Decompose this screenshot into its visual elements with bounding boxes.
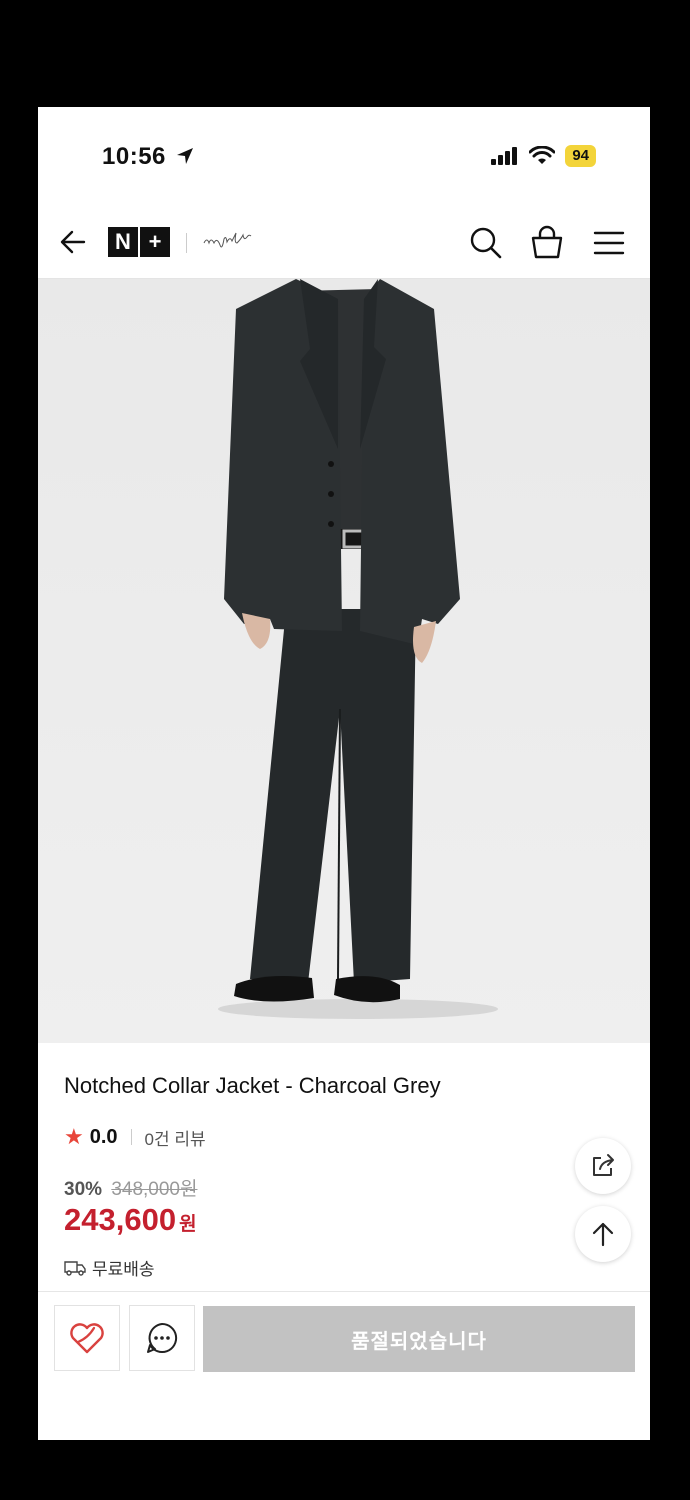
price-currency: 원 — [179, 1214, 197, 1235]
model-in-suit-illustration — [38, 279, 650, 1043]
brand-signature-logo[interactable]: nyouth — [202, 231, 262, 251]
rating-score: 0.0 — [89, 1125, 118, 1148]
shopping-bag-icon[interactable] — [529, 225, 565, 261]
rating-divider — [130, 1129, 132, 1145]
status-indicators: 94 — [491, 145, 596, 167]
logo-plus: + — [140, 227, 170, 257]
rating-row[interactable]: ★ 0.0 0건 리뷰 — [64, 1124, 206, 1150]
sale-price: 243,600 원 — [64, 1202, 197, 1238]
review-count[interactable]: 0건 리뷰 — [145, 1125, 206, 1150]
hamburger-menu-icon[interactable] — [593, 230, 625, 256]
discount-row: 30% 348,000원 — [64, 1174, 197, 1201]
bottom-bar-divider — [38, 1291, 650, 1292]
truck-icon — [64, 1260, 86, 1276]
wishlist-button[interactable] — [54, 1305, 120, 1371]
store-logo[interactable]: N + — [108, 223, 170, 261]
chat-icon — [147, 1322, 178, 1353]
logo-letter: N — [108, 227, 138, 257]
wifi-icon — [529, 146, 556, 164]
shipping-text: 무료배송 — [92, 1260, 155, 1279]
search-icon[interactable] — [469, 226, 503, 260]
share-button[interactable] — [575, 1138, 631, 1194]
status-time: 10:56 — [102, 143, 195, 171]
arrow-up-icon — [592, 1222, 614, 1247]
back-arrow-icon[interactable] — [58, 227, 88, 257]
status-time-text: 10:56 — [102, 143, 166, 170]
battery-badge: 94 — [565, 145, 596, 167]
top-navigation: N + nyouth — [38, 213, 650, 279]
heart-icon — [70, 1323, 104, 1354]
original-price: 348,000원 — [111, 1179, 198, 1200]
sold-out-button[interactable]: 품절되었습니다 — [203, 1306, 635, 1372]
shipping-info: 무료배송 — [64, 1255, 155, 1280]
share-icon — [593, 1154, 614, 1176]
scroll-top-button[interactable] — [575, 1206, 631, 1262]
product-title: Notched Collar Jacket - Charcoal Grey — [64, 1073, 441, 1098]
chat-inquiry-button[interactable] — [129, 1305, 195, 1371]
product-image[interactable] — [38, 279, 650, 1043]
star-icon: ★ — [64, 1124, 84, 1149]
logo-divider — [186, 233, 187, 253]
phone-screen: 10:56 94 N + nyouth — [38, 107, 650, 1440]
location-arrow-icon — [177, 148, 194, 164]
price-value: 243,600 — [64, 1202, 177, 1237]
signal-icon — [491, 147, 518, 165]
discount-percent: 30% — [64, 1179, 103, 1200]
